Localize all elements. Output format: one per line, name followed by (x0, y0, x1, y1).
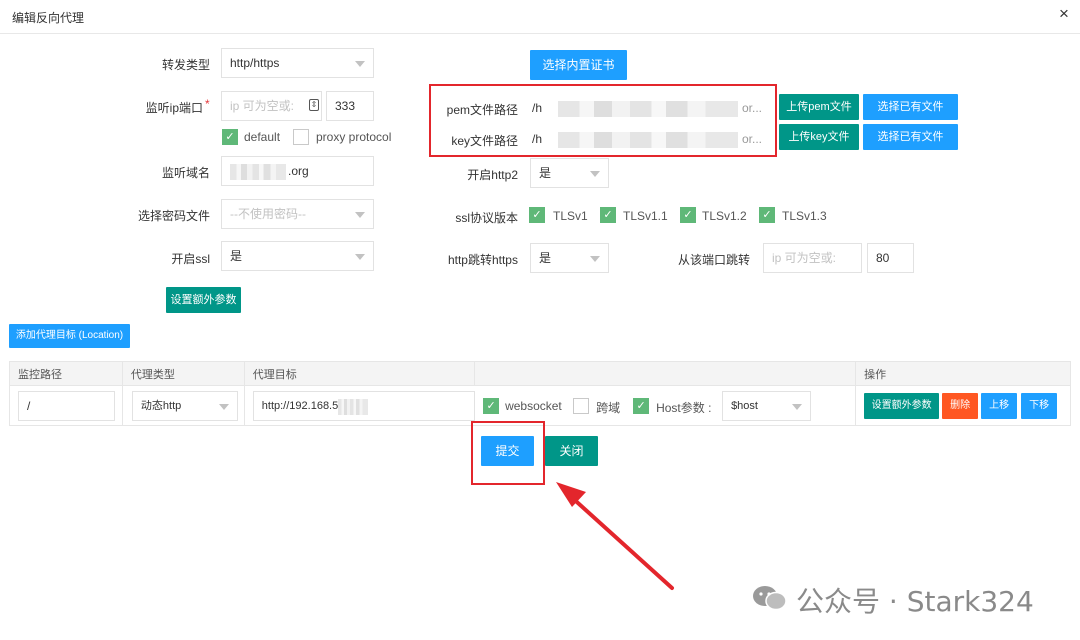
wechat-icon (752, 584, 788, 612)
annotation-arrow (556, 482, 674, 590)
watermark-text: 公众号 · Stark324 (796, 585, 1034, 618)
